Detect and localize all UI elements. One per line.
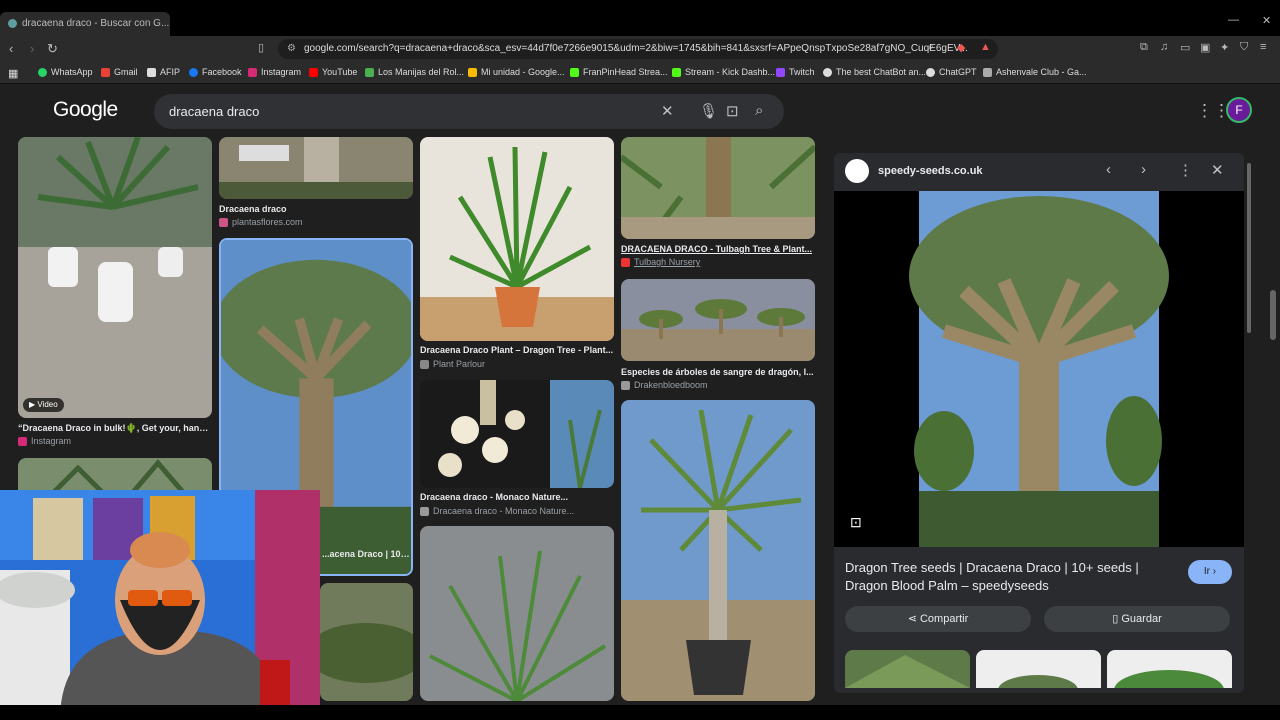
- lens-icon[interactable]: ⊡: [726, 102, 739, 120]
- tab-title: dracaena draco - Buscar con G...: [22, 18, 170, 29]
- extensions-icon[interactable]: ⧉: [1140, 41, 1148, 54]
- bookmark-ashenvale[interactable]: Ashenvale Club - Ga...: [983, 67, 1087, 77]
- result-title-6[interactable]: Especies de árboles de sangre de dragón,…: [621, 367, 815, 377]
- panel-scrollbar[interactable]: [1247, 153, 1253, 693]
- bookmark-franpinhead[interactable]: FranPinHead Strea...: [570, 67, 668, 77]
- close-icon[interactable]: ✕: [1211, 161, 1224, 179]
- share-button[interactable]: ⋖ Compartir: [845, 606, 1031, 632]
- taskbar-strip: [0, 705, 1280, 720]
- clear-icon[interactable]: ✕: [661, 102, 674, 120]
- result-image-3[interactable]: [219, 137, 413, 199]
- bookmark-save-icon: ▯: [1112, 613, 1122, 625]
- address-toolbar: ‹ › ↻ ▯ ⚙ google.com/search?q=dracaena+d…: [0, 36, 1280, 62]
- rewards-icon[interactable]: ▲: [980, 41, 991, 53]
- page-scrollbar[interactable]: [1270, 290, 1276, 340]
- result-image-6[interactable]: [420, 380, 614, 488]
- search-icon[interactable]: ⌕: [755, 102, 763, 119]
- result-source-4[interactable]: Dracaena draco - Monaco Nature...: [420, 506, 574, 516]
- vpn-icon[interactable]: ⛉: [1240, 41, 1248, 54]
- back-icon[interactable]: ‹: [9, 41, 13, 56]
- apps-grid-icon[interactable]: ▦: [8, 67, 18, 80]
- result-source-5[interactable]: Tulbagh Nursery: [621, 257, 700, 267]
- reload-icon[interactable]: ↻: [47, 41, 58, 57]
- bookmark-chatgpt[interactable]: ChatGPT: [926, 67, 977, 77]
- result-title-selected[interactable]: ...acena Draco | 10+...: [322, 549, 412, 559]
- bookmark-instagram[interactable]: Instagram: [248, 67, 301, 77]
- wallet-icon[interactable]: ▣: [1200, 41, 1210, 54]
- site-info-icon[interactable]: ⚙: [287, 43, 296, 54]
- bookmark-afip[interactable]: AFIP: [147, 67, 180, 77]
- result-source-3[interactable]: Plant Parlour: [420, 359, 485, 369]
- bookmark-youtube[interactable]: YouTube: [309, 67, 357, 77]
- related-image-1[interactable]: [845, 650, 970, 688]
- panel-domain[interactable]: speedy-seeds.co.uk: [878, 165, 983, 177]
- share-icon: ⋖: [907, 613, 920, 625]
- preview-panel: speedy-seeds.co.uk ‹ › ⋮ ✕ ⊡ Dragon Tree…: [834, 153, 1244, 693]
- video-badge: ▶ Video: [23, 398, 64, 412]
- result-image-9[interactable]: [621, 279, 815, 361]
- result-image-10[interactable]: [621, 400, 815, 701]
- sidebar-icon[interactable]: ▭: [1180, 41, 1190, 54]
- bookmark-chatbot[interactable]: The best ChatBot an...: [823, 67, 926, 77]
- result-title-2[interactable]: Dracaena draco: [219, 204, 413, 214]
- search-box[interactable]: dracaena draco ✕ 🎙 ⊡ ⌕: [154, 94, 784, 129]
- close-window-icon[interactable]: ✕: [1262, 14, 1271, 27]
- tab-favicon-icon: [8, 19, 17, 28]
- bookmark-manijas[interactable]: Los Manijas del Rol...: [365, 67, 464, 77]
- result-source-2[interactable]: plantasflores.com: [219, 217, 303, 227]
- related-image-3[interactable]: [1107, 650, 1232, 688]
- result-title-3[interactable]: Dracaena Draco Plant – Dragon Tree - Pla…: [420, 345, 614, 355]
- result-image-1[interactable]: [18, 137, 212, 418]
- result-image-8[interactable]: [621, 137, 815, 239]
- zoom-icon[interactable]: ⌕: [928, 41, 934, 54]
- media-icon[interactable]: ♫: [1160, 41, 1168, 53]
- bookmark-facebook[interactable]: Facebook: [189, 67, 242, 77]
- brave-shield-icon[interactable]: ◆: [957, 41, 965, 54]
- prev-icon[interactable]: ‹: [1106, 161, 1111, 178]
- result-source-6[interactable]: Drakenbloedboom: [621, 380, 708, 390]
- result-title-5[interactable]: DRACAENA DRACO - Tulbagh Tree & Plant...: [621, 244, 815, 254]
- bookmark-kick[interactable]: Stream - Kick Dashb...: [672, 67, 775, 77]
- avatar[interactable]: F: [1226, 97, 1252, 123]
- browser-tabstrip: dracaena draco - Buscar con G... — ✕: [0, 0, 1280, 36]
- google-header: Google dracaena draco ✕ 🎙 ⊡ ⌕ ⋮⋮⋮ F: [0, 85, 1280, 137]
- menu-icon[interactable]: ≡: [1260, 41, 1266, 53]
- panel-title[interactable]: Dragon Tree seeds | Dracaena Draco | 10+…: [845, 559, 1175, 595]
- mic-icon[interactable]: 🎙: [699, 102, 718, 120]
- google-logo[interactable]: Google: [53, 98, 118, 122]
- bookmark-drive[interactable]: Mi unidad - Google...: [468, 67, 565, 77]
- go-button[interactable]: Ir ›: [1188, 560, 1232, 584]
- related-image-2[interactable]: [976, 650, 1101, 688]
- forward-icon[interactable]: ›: [30, 41, 34, 56]
- result-image-4[interactable]: [320, 583, 413, 701]
- visual-search-icon[interactable]: ⊡: [850, 514, 862, 531]
- next-icon[interactable]: ›: [1141, 161, 1146, 178]
- save-button[interactable]: ▯ Guardar: [1044, 606, 1230, 632]
- url-field[interactable]: ⚙ google.com/search?q=dracaena+draco&sca…: [278, 39, 998, 59]
- url-text: google.com/search?q=dracaena+draco&sca_e…: [304, 43, 968, 54]
- bookmark-whatsapp[interactable]: WhatsApp: [38, 67, 93, 77]
- webcam-overlay: [0, 490, 320, 720]
- panel-header: speedy-seeds.co.uk ‹ › ⋮ ✕: [834, 153, 1244, 191]
- bookmark-gmail[interactable]: Gmail: [101, 67, 138, 77]
- result-image-7[interactable]: [420, 526, 614, 701]
- search-input[interactable]: dracaena draco: [169, 104, 259, 119]
- preview-image[interactable]: ⊡: [834, 191, 1244, 547]
- more-icon[interactable]: ⋮: [1178, 161, 1193, 179]
- leo-icon[interactable]: ✦: [1220, 41, 1229, 54]
- result-source-1[interactable]: Instagram: [18, 436, 71, 446]
- browser-tab[interactable]: dracaena draco - Buscar con G...: [0, 12, 170, 36]
- bookmark-twitch[interactable]: Twitch: [776, 67, 815, 77]
- bookmark-icon[interactable]: ▯: [258, 41, 264, 54]
- result-title-4[interactable]: Dracaena draco - Monaco Nature...: [420, 492, 614, 502]
- site-favicon-icon: [845, 159, 869, 183]
- result-title-1[interactable]: “Dracaena Draco in bulk!🌵, Get your, han…: [18, 423, 212, 434]
- result-image-5[interactable]: [420, 137, 614, 341]
- bookmarks-bar: ▦ WhatsApp Gmail AFIP Facebook Instagram…: [0, 62, 1280, 84]
- minimize-icon[interactable]: —: [1228, 14, 1239, 26]
